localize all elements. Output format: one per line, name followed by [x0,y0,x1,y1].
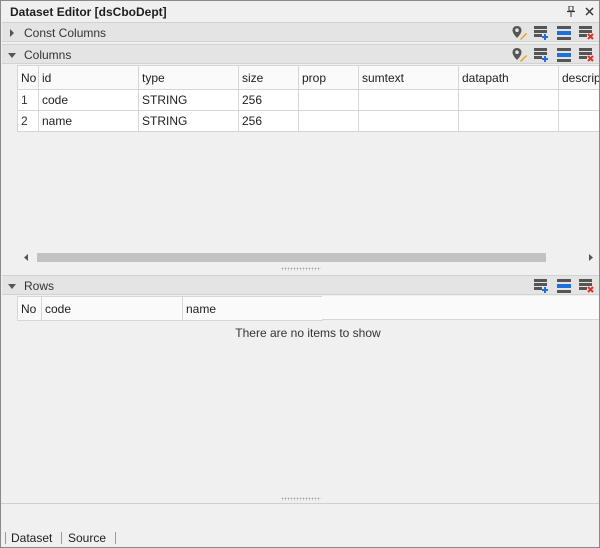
rows-bottom-splitter[interactable] [1,496,599,502]
columns-label: Columns [24,48,72,62]
dataset-editor-window: Dataset Editor [dsCboDept] Const Columns… [0,0,600,548]
set-location-icon[interactable] [511,47,527,63]
column-header-description[interactable]: descrip [558,65,599,90]
rows-header-filler [322,296,599,320]
table-row[interactable]: 1 code STRING 256 [17,89,599,111]
cell-description[interactable] [558,110,599,132]
bottom-tab-bar: Dataset Source [1,503,599,547]
insert-row-icon[interactable] [556,278,572,294]
columns-grid-area: No id type size prop sumtext datapath de… [17,65,599,249]
collapse-arrow-icon[interactable] [7,281,17,291]
columns-grid: No id type size prop sumtext datapath de… [17,65,599,132]
close-icon[interactable] [582,4,596,18]
cell-type[interactable]: STRING [138,110,239,132]
row-header-code[interactable]: code [41,296,183,321]
expand-arrow-icon[interactable] [7,28,17,38]
insert-row-icon[interactable] [556,47,572,63]
scroll-left-icon[interactable] [22,253,31,262]
cell-id[interactable]: name [38,110,139,132]
column-header-sumtext[interactable]: sumtext [358,65,459,90]
set-location-icon[interactable] [511,25,527,41]
cell-description[interactable] [558,89,599,111]
empty-rows-message: There are no items to show [235,326,381,340]
column-header-type[interactable]: type [138,65,239,90]
cell-no[interactable]: 2 [17,110,39,132]
tab-separator [61,532,62,544]
scroll-right-icon[interactable] [586,253,595,262]
columns-rows-splitter[interactable] [1,266,599,272]
delete-row-icon[interactable] [578,25,594,41]
tab-separator [115,532,116,544]
table-row[interactable]: 2 name STRING 256 [17,110,599,132]
cell-id[interactable]: code [38,89,139,111]
column-header-size[interactable]: size [238,65,299,90]
collapse-arrow-icon[interactable] [7,50,17,60]
const-columns-header[interactable]: Const Columns [2,22,599,42]
title-bar: Dataset Editor [dsCboDept] [1,1,599,23]
column-header-datapath[interactable]: datapath [458,65,559,90]
cell-size[interactable]: 256 [238,89,299,111]
columns-horizontal-scrollbar[interactable] [17,249,599,266]
add-row-icon[interactable] [533,278,549,294]
const-columns-label: Const Columns [24,26,107,40]
tab-dataset[interactable]: Dataset [11,531,52,545]
splitter-grip[interactable] [281,497,321,501]
delete-row-icon[interactable] [578,47,594,63]
scrollbar-thumb[interactable] [37,253,546,262]
cell-sumtext[interactable] [358,110,459,132]
cell-type[interactable]: STRING [138,89,239,111]
pin-icon[interactable] [564,4,578,18]
cell-datapath[interactable] [458,110,559,132]
delete-row-icon[interactable] [578,278,594,294]
add-row-icon[interactable] [533,25,549,41]
row-header-name[interactable]: name [182,296,323,321]
cell-prop[interactable] [298,110,359,132]
cell-datapath[interactable] [458,89,559,111]
rows-grid-header-row: No code name [17,296,323,321]
row-header-no[interactable]: No [17,296,42,321]
cell-size[interactable]: 256 [238,110,299,132]
columns-grid-header-row: No id type size prop sumtext datapath de… [17,65,599,90]
tab-source[interactable]: Source [68,531,106,545]
cell-prop[interactable] [298,89,359,111]
cell-sumtext[interactable] [358,89,459,111]
column-header-no[interactable]: No [17,65,39,90]
rows-label: Rows [24,279,55,293]
column-header-id[interactable]: id [38,65,139,90]
insert-row-icon[interactable] [556,25,572,41]
column-header-prop[interactable]: prop [298,65,359,90]
cell-no[interactable]: 1 [17,89,39,111]
add-row-icon[interactable] [533,47,549,63]
columns-header[interactable]: Columns [2,44,599,64]
window-title: Dataset Editor [dsCboDept] [10,5,167,19]
rows-grid: No code name [17,296,323,321]
tab-separator [5,532,6,544]
splitter-grip[interactable] [281,267,321,271]
rows-header[interactable]: Rows [2,275,599,295]
